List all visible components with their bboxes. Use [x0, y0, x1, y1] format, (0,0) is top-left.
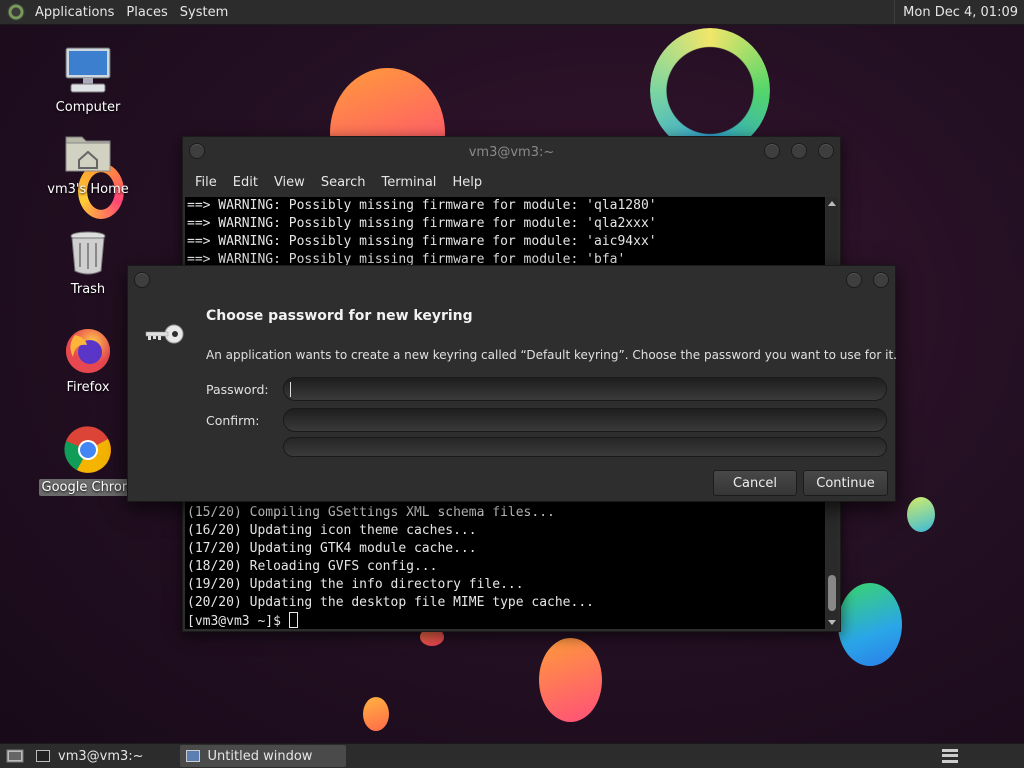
text-caret — [290, 382, 291, 397]
password-strength-bar — [283, 437, 887, 457]
workspace-switcher-icon[interactable] — [942, 748, 958, 764]
terminal-titlebar[interactable]: vm3@vm3:~ — [183, 137, 840, 167]
scroll-down-arrow-icon[interactable] — [828, 620, 836, 625]
terminal-line: ==> WARNING: Possibly missing firmware f… — [187, 198, 657, 213]
desktop-icon-trash[interactable]: Trash — [38, 227, 138, 298]
menu-applications[interactable]: Applications — [31, 5, 122, 20]
scrollbar-thumb[interactable] — [828, 575, 836, 611]
wallpaper-shape — [539, 638, 602, 722]
desktop-icon-home[interactable]: vm3's Home — [38, 127, 138, 198]
desktop-icon-firefox[interactable]: Firefox — [38, 325, 138, 396]
desktop-icon-label: Google Chrom — [38, 479, 138, 496]
taskbar-item-label: vm3@vm3:~ — [58, 748, 144, 764]
desktop-icon-label: Trash — [70, 282, 106, 297]
scroll-up-arrow-icon[interactable] — [828, 201, 836, 206]
terminal-line: (20/20) Updating the desktop file MIME t… — [187, 595, 594, 610]
key-icon — [144, 323, 184, 345]
taskbar-item-terminal[interactable]: vm3@vm3:~ — [30, 745, 150, 767]
desktop-icon-label: vm3's Home — [47, 182, 129, 197]
continue-button[interactable]: Continue — [803, 470, 888, 496]
desktop-icon-computer[interactable]: Computer — [38, 45, 138, 116]
terminal-line: ==> WARNING: Possibly missing firmware f… — [187, 216, 657, 231]
window-icon — [185, 750, 200, 762]
menu-system[interactable]: System — [176, 5, 236, 20]
wallpaper-ring — [650, 28, 770, 153]
terminal-icon — [36, 750, 50, 762]
bottom-taskbar: vm3@vm3:~ Untitled window — [0, 743, 1024, 768]
terminal-line: ==> WARNING: Possibly missing firmware f… — [187, 234, 657, 249]
window-title: vm3@vm3:~ — [468, 144, 555, 160]
menu-help[interactable]: Help — [444, 175, 490, 190]
show-desktop-icon[interactable] — [4, 747, 26, 765]
close-button[interactable] — [818, 143, 834, 159]
terminal-cursor — [288, 612, 298, 628]
minimize-button[interactable] — [764, 143, 780, 159]
menu-terminal[interactable]: Terminal — [373, 175, 444, 190]
wallpaper-shape — [907, 497, 935, 532]
home-folder-icon — [63, 127, 113, 177]
keyring-password-dialog[interactable]: Choose password for new keyring An appli… — [127, 265, 897, 502]
password-field[interactable] — [283, 377, 887, 401]
terminal-line: (16/20) Updating icon theme caches... — [187, 523, 477, 538]
firefox-icon — [63, 325, 113, 375]
dialog-description: An application wants to create a new key… — [206, 348, 897, 362]
taskbar-item-untitled-window[interactable]: Untitled window — [179, 745, 346, 767]
top-panel: Applications Places System Mon Dec 4, 01… — [0, 0, 1024, 25]
menu-view[interactable]: View — [266, 175, 313, 190]
window-menu-button[interactable] — [189, 143, 205, 159]
menu-search[interactable]: Search — [313, 175, 374, 190]
menu-places[interactable]: Places — [122, 5, 175, 20]
terminal-prompt-line[interactable]: [vm3@vm3 ~]$ — [185, 612, 594, 629]
menu-file[interactable]: File — [187, 175, 225, 190]
desktop-icon-chrome[interactable]: Google Chrom — [38, 425, 138, 496]
window-menu-button[interactable] — [134, 272, 150, 288]
confirm-password-field[interactable] — [283, 408, 887, 432]
terminal-line: (18/20) Reloading GVFS config... — [187, 559, 438, 574]
terminal-menubar: File Edit View Search Terminal Help — [183, 167, 840, 197]
desktop-icon-label: Computer — [55, 100, 121, 115]
dialog-heading: Choose password for new keyring — [206, 308, 473, 324]
wallpaper-shape — [363, 697, 389, 731]
minimize-button[interactable] — [846, 272, 862, 288]
confirm-label: Confirm: — [206, 413, 260, 428]
computer-icon — [63, 45, 113, 95]
clock[interactable]: Mon Dec 4, 01:09 — [894, 0, 1024, 24]
distro-logo-icon[interactable] — [7, 3, 25, 21]
cancel-button[interactable]: Cancel — [713, 470, 797, 496]
chrome-icon — [63, 425, 113, 475]
trash-icon — [63, 227, 113, 277]
close-button[interactable] — [873, 272, 889, 288]
wallpaper-shape — [838, 583, 902, 666]
terminal-line: (19/20) Updating the info directory file… — [187, 577, 524, 592]
taskbar-item-label: Untitled window — [207, 748, 313, 764]
menu-edit[interactable]: Edit — [225, 175, 266, 190]
terminal-line: (15/20) Compiling GSettings XML schema f… — [187, 505, 555, 520]
password-label: Password: — [206, 382, 269, 397]
terminal-line: (17/20) Updating GTK4 module cache... — [187, 541, 477, 556]
maximize-button[interactable] — [791, 143, 807, 159]
terminal-prompt: [vm3@vm3 ~]$ — [187, 614, 289, 629]
desktop-icon-label: Firefox — [66, 380, 110, 395]
